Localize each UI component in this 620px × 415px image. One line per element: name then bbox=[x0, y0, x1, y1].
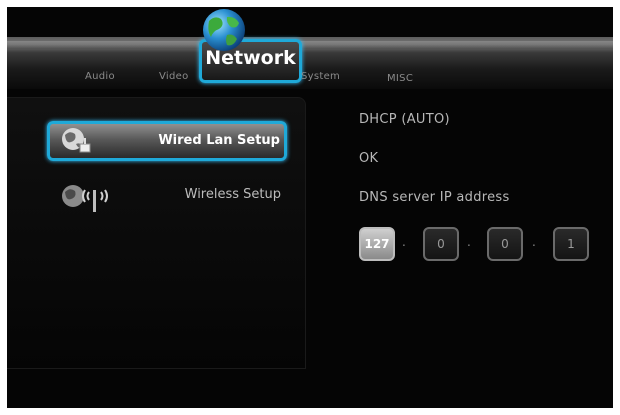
dhcp-mode-text: DHCP (AUTO) bbox=[359, 112, 450, 127]
menu-item-label: Wired Lan Setup bbox=[158, 133, 280, 148]
wireless-icon bbox=[62, 185, 108, 212]
menu-item-label: Wireless Setup bbox=[184, 187, 281, 202]
dns-label: DNS server IP address bbox=[359, 190, 510, 205]
octet-separator: . bbox=[467, 235, 471, 249]
screen: Audio Video Network System MISC Wired La… bbox=[7, 7, 613, 408]
menu-item-wired-lan-setup[interactable]: Wired Lan Setup bbox=[47, 121, 287, 161]
tab-video[interactable]: Video bbox=[159, 71, 189, 82]
tab-system[interactable]: System bbox=[301, 71, 340, 82]
menu-item-wireless-setup[interactable]: Wireless Setup bbox=[47, 180, 287, 220]
tab-misc[interactable]: MISC bbox=[387, 73, 413, 84]
dns-octet-4[interactable]: 1 bbox=[553, 227, 589, 261]
dns-octet-2[interactable]: 0 bbox=[423, 227, 459, 261]
status-text: OK bbox=[359, 151, 379, 166]
dns-octet-1[interactable]: 127 bbox=[359, 227, 395, 261]
wired-lan-icon bbox=[62, 128, 91, 153]
globe-icon bbox=[203, 9, 245, 51]
octet-separator: . bbox=[532, 235, 536, 249]
dns-octet-3[interactable]: 0 bbox=[487, 227, 523, 261]
octet-separator: . bbox=[402, 235, 406, 249]
tab-audio[interactable]: Audio bbox=[85, 71, 115, 82]
